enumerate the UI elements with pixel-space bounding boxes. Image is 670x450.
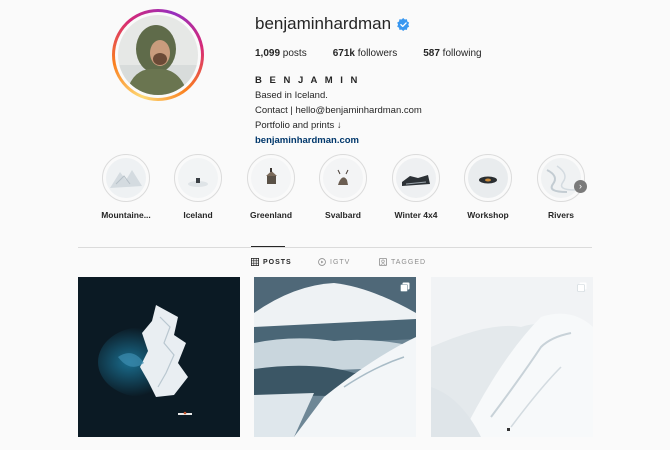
profile-avatar bbox=[118, 15, 198, 95]
highlight-mountaineering[interactable]: Mountaine... bbox=[96, 154, 156, 220]
multiple-photos-icon bbox=[577, 282, 587, 292]
highlight-label: Workshop bbox=[467, 210, 509, 220]
highlight-label: Rivers bbox=[548, 210, 574, 220]
post-image bbox=[431, 277, 593, 437]
highlight-thumbnail bbox=[541, 158, 581, 198]
tab-label: POSTS bbox=[263, 258, 292, 266]
highlight-thumbnail bbox=[178, 158, 218, 198]
highlight-label: Mountaine... bbox=[101, 210, 151, 220]
highlights-next-arrow-icon[interactable]: › bbox=[574, 180, 587, 193]
username: benjaminhardman bbox=[255, 14, 392, 33]
highlight-label: Iceland bbox=[183, 210, 213, 220]
tag-icon bbox=[379, 258, 387, 266]
highlight-label: Svalbard bbox=[325, 210, 361, 220]
tabs-divider bbox=[78, 247, 592, 248]
tab-tagged[interactable]: TAGGED bbox=[379, 258, 426, 266]
highlight-thumbnail bbox=[396, 158, 436, 198]
highlight-thumbnail bbox=[251, 158, 291, 198]
tab-label: IGTV bbox=[330, 258, 351, 266]
bio-line: Contact | hello@benjaminhardman.com bbox=[255, 105, 422, 116]
post-thumbnail[interactable] bbox=[78, 277, 240, 437]
profile-stats: 1,099 posts 671k followers 587 following bbox=[255, 48, 482, 59]
following-count[interactable]: 587 following bbox=[423, 48, 481, 59]
posts-count: 1,099 posts bbox=[255, 48, 307, 59]
full-name: B E N J A M I N bbox=[255, 75, 360, 86]
post-thumbnail[interactable] bbox=[431, 277, 593, 437]
post-image bbox=[78, 277, 240, 437]
highlight-thumbnail bbox=[468, 158, 508, 198]
tab-igtv[interactable]: IGTV bbox=[318, 258, 350, 266]
active-tab-indicator bbox=[251, 246, 285, 247]
followers-count[interactable]: 671k followers bbox=[333, 48, 398, 59]
verified-badge-icon bbox=[397, 17, 410, 31]
post-thumbnail[interactable] bbox=[254, 277, 416, 437]
profile-info: benjaminhardman 1,099 posts 671k followe… bbox=[255, 14, 482, 146]
post-image bbox=[254, 277, 416, 437]
story-highlights: Mountaine... Iceland Greenland Svalbard … bbox=[0, 154, 670, 224]
highlight-workshop[interactable]: Workshop bbox=[458, 154, 518, 220]
highlight-iceland[interactable]: Iceland bbox=[168, 154, 228, 220]
website-link[interactable]: benjaminhardman.com bbox=[255, 135, 482, 146]
profile-tabs: POSTS IGTV TAGGED bbox=[0, 258, 670, 270]
highlight-greenland[interactable]: Greenland bbox=[241, 154, 301, 220]
highlight-label: Greenland bbox=[249, 210, 293, 220]
igtv-icon bbox=[318, 258, 326, 266]
multiple-photos-icon bbox=[400, 282, 410, 292]
bio-line: Based in Iceland. bbox=[255, 90, 328, 101]
tab-posts[interactable]: POSTS bbox=[251, 258, 292, 266]
bio-line: Portfolio and prints ↓ bbox=[255, 120, 342, 131]
highlight-svalbard[interactable]: Svalbard bbox=[313, 154, 373, 220]
profile-avatar-ring[interactable] bbox=[112, 9, 204, 101]
highlight-thumbnail bbox=[106, 158, 146, 198]
highlight-winter-4x4[interactable]: Winter 4x4 bbox=[386, 154, 446, 220]
highlight-thumbnail bbox=[323, 158, 363, 198]
tab-label: TAGGED bbox=[391, 258, 427, 266]
grid-icon bbox=[251, 258, 259, 266]
highlight-label: Winter 4x4 bbox=[394, 210, 438, 220]
